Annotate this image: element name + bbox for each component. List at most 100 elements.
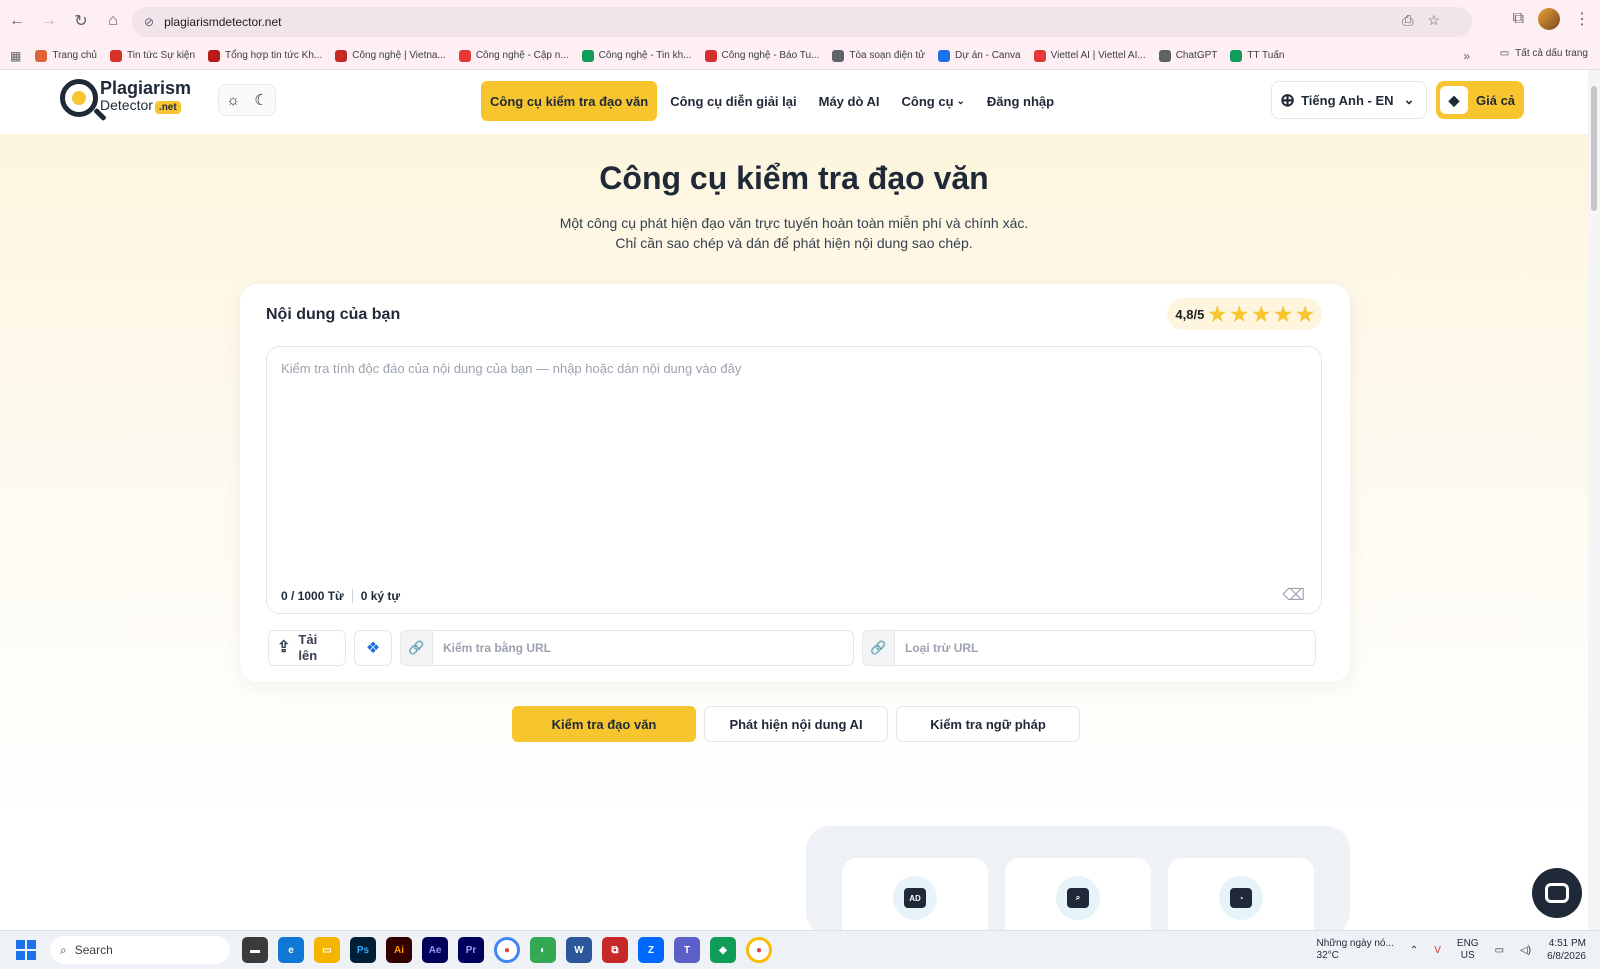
bookmark-favicon-icon — [581, 49, 594, 62]
ad-icon: AD — [893, 876, 937, 920]
bookmark-item[interactable]: Công nghệ - Báo Tu... — [704, 49, 819, 62]
url-exclude-input[interactable]: 🔗 Loại trừ URL — [862, 630, 1316, 666]
bookmark-label: Trang chủ — [52, 50, 97, 61]
bookmark-item[interactable]: Công nghệ | Vietna... — [335, 49, 446, 62]
premiere-icon[interactable]: Pr — [458, 937, 484, 963]
moon-icon[interactable]: ☾ — [254, 91, 267, 109]
taskbar-apps: ▬ e ▭ Ps Ai Ae Pr ● ◐ W ⧉ Z T ◆ ● — [242, 937, 772, 963]
nav-plagiarism-checker[interactable]: Công cụ kiểm tra đạo văn — [481, 81, 658, 121]
bookmark-star-icon[interactable]: ☆ — [1427, 12, 1440, 29]
profile-avatar[interactable] — [1538, 8, 1560, 30]
zalo-icon[interactable]: Z — [638, 937, 664, 963]
site-info-icon[interactable]: ⊘ — [144, 15, 154, 29]
translate-icon[interactable]: ⎙ — [1402, 12, 1413, 29]
weather-temp: 32°C — [1316, 950, 1339, 961]
bookmark-item[interactable]: TT Tuấn — [1230, 49, 1284, 62]
bookmark-favicon-icon — [35, 49, 48, 62]
forward-icon[interactable]: → — [34, 6, 64, 36]
bookmark-favicon-icon — [458, 49, 471, 62]
bookmark-item[interactable]: Công nghệ - Cập n... — [458, 49, 569, 62]
bookmark-favicon-icon — [832, 49, 845, 62]
taskbar-search[interactable]: ⌕ Search — [50, 936, 230, 964]
chrome-icon[interactable]: ● — [494, 937, 520, 963]
logo-subtitle: Detector — [100, 97, 153, 113]
eraser-icon[interactable]: ⌫ — [1282, 585, 1305, 605]
bookmark-item[interactable]: Trang chủ — [35, 49, 97, 62]
sun-icon[interactable]: ☼ — [226, 92, 240, 109]
chevron-up-icon[interactable]: ⌃ — [1410, 945, 1418, 956]
nav-login[interactable]: Đăng nhập — [978, 81, 1063, 121]
editor-card: Nội dung của bạn 4,8/5 ★ ★ ★ ★ ★ Kiểm tr… — [240, 284, 1350, 682]
pricing-label: Giá cả — [1476, 92, 1516, 108]
bookmark-label: Công nghệ - Cập n... — [475, 50, 569, 61]
illustrator-icon[interactable]: Ai — [386, 937, 412, 963]
upload-button[interactable]: ⇪ Tải lên — [268, 630, 346, 666]
language-selector[interactable]: ⊕ Tiếng Anh - EN ⌄ — [1271, 81, 1427, 119]
nav-ai-detector[interactable]: Máy dò AI — [810, 81, 889, 121]
app-icon[interactable]: ⧉ — [602, 937, 628, 963]
back-icon[interactable]: ← — [2, 6, 32, 36]
check-grammar-button[interactable]: Kiểm tra ngữ pháp — [896, 706, 1080, 742]
all-bookmarks[interactable]: ▭ Tất cả dấu trang — [1500, 48, 1588, 59]
more-bookmarks-icon[interactable]: » — [1463, 49, 1470, 63]
edge-icon[interactable]: e — [278, 937, 304, 963]
bookmark-label: Công nghệ | Vietna... — [352, 50, 446, 61]
app-icon[interactable]: ◐ — [530, 937, 556, 963]
reload-icon[interactable]: ↻ — [66, 6, 96, 36]
photoshop-icon[interactable]: Ps — [350, 937, 376, 963]
nav-paraphrasing-tool[interactable]: Công cụ diễn giải lại — [661, 81, 805, 121]
chrome-active-icon[interactable]: ● — [746, 937, 772, 963]
star-icon: ★ — [1296, 303, 1314, 326]
weather-widget[interactable]: Những ngày nó... 32°C — [1317, 938, 1394, 962]
network-icon[interactable]: ▭ — [1495, 945, 1504, 956]
input-language[interactable]: ENG US — [1457, 938, 1479, 962]
extensions-icon[interactable]: ⧉ — [1513, 10, 1524, 28]
teams-icon[interactable]: T — [674, 937, 700, 963]
textarea-placeholder: Kiểm tra tính độc đáo của nội dung của b… — [281, 361, 742, 376]
theme-toggle[interactable]: ☼ ☾ — [218, 84, 276, 116]
app-icon[interactable]: ◆ — [710, 937, 736, 963]
content-textarea[interactable]: Kiểm tra tính độc đáo của nội dung của b… — [266, 346, 1322, 614]
url-check-input[interactable]: 🔗 Kiểm tra bằng URL — [400, 630, 854, 666]
search-window-icon: ⌕ — [1056, 876, 1100, 920]
menu-icon[interactable]: ⋮ — [1574, 9, 1590, 29]
home-icon[interactable]: ⌂ — [98, 6, 128, 36]
volume-icon[interactable]: ◁) — [1520, 945, 1531, 956]
apps-grid-icon[interactable]: ▦ — [10, 49, 21, 63]
site-logo[interactable]: Plagiarism Detector .net — [60, 79, 191, 122]
file-icon[interactable]: ▬ — [242, 937, 268, 963]
dropbox-icon[interactable]: ❖ — [354, 630, 392, 666]
nav-label: Đăng nhập — [986, 93, 1055, 109]
bookmark-item[interactable]: Công nghệ - Tin kh... — [581, 49, 692, 62]
nav-tools-dropdown[interactable]: Công cụ ⌄ — [893, 81, 974, 121]
bookmark-item[interactable]: Dự án - Canva — [938, 49, 1021, 62]
page-scrollbar[interactable] — [1588, 70, 1600, 930]
folder-icon: ▭ — [1499, 48, 1510, 59]
bookmark-favicon-icon — [938, 49, 950, 62]
start-windows-icon[interactable] — [16, 940, 36, 960]
tray-app-icon[interactable]: V — [1434, 945, 1441, 956]
bookmark-item[interactable]: Tin tức Sự kiện — [110, 49, 195, 62]
input-toolbar: ⇪ Tải lên ❖ 🔗 Kiểm tra bằng URL 🔗 Loại tr… — [268, 630, 1316, 666]
pricing-button[interactable]: ◆ Giá cả — [1436, 81, 1524, 119]
bookmark-item[interactable]: Viettel AI | Viettel AI... — [1033, 49, 1146, 62]
word-icon[interactable]: W — [566, 937, 592, 963]
detect-ai-button[interactable]: Phát hiện nội dung AI — [704, 706, 888, 742]
bookmark-item[interactable]: ChatGPT — [1158, 49, 1217, 62]
clock[interactable]: 4:51 PM 6/8/2026 — [1547, 937, 1586, 963]
folder-icon[interactable]: ▭ — [314, 937, 340, 963]
after-effects-icon[interactable]: Ae — [422, 937, 448, 963]
check-plagiarism-button[interactable]: Kiểm tra đạo văn — [512, 706, 696, 742]
chat-widget-icon[interactable] — [1532, 868, 1582, 918]
document-icon: ◔ — [1219, 876, 1263, 920]
page-title: Công cụ kiểm tra đạo văn — [599, 160, 989, 196]
region-label: US — [1460, 950, 1475, 961]
bookmark-item[interactable]: Tòa soạn điện tử — [832, 49, 925, 62]
rating-value: 4,8/5 — [1175, 306, 1205, 322]
address-bar[interactable]: ⊘ plagiarismdetector.net — [132, 7, 1472, 37]
bookmark-label: Công nghệ - Tin kh... — [598, 50, 692, 61]
bookmark-favicon-icon — [704, 49, 717, 62]
bookmark-item[interactable]: Tổng hợp tin tức Kh... — [208, 49, 322, 62]
search-icon: ⌕ — [60, 942, 67, 957]
upload-label: Tải lên — [298, 632, 318, 663]
